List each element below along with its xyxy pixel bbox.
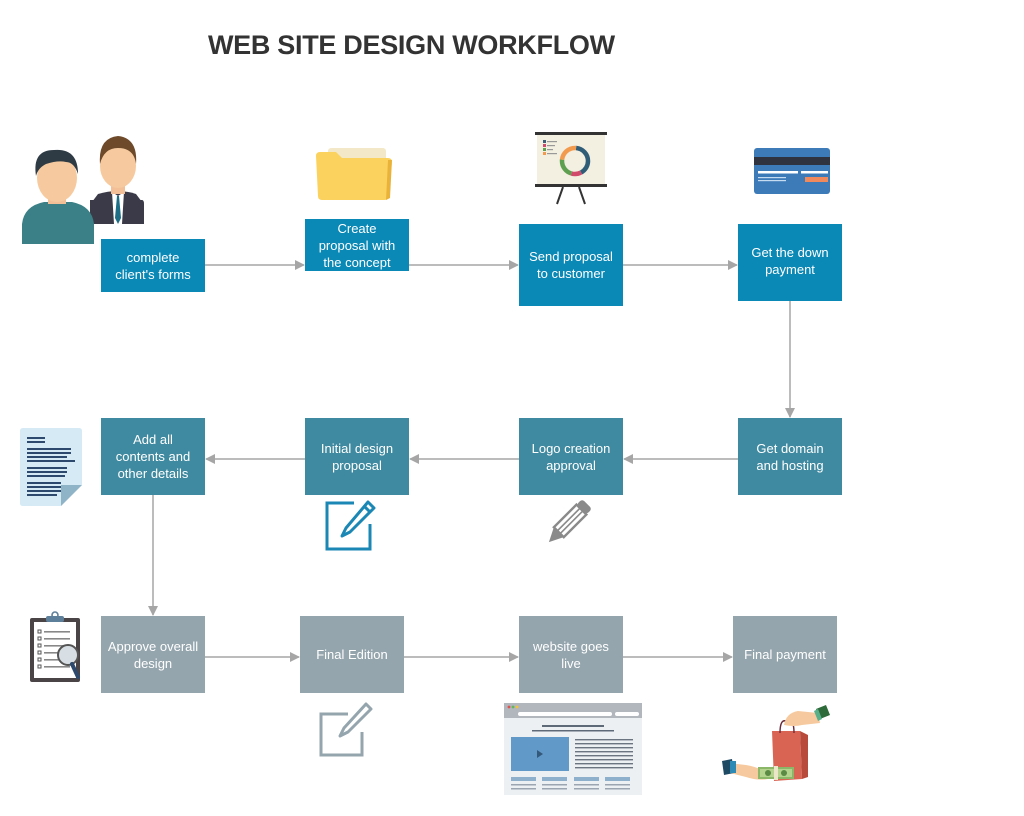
- step-logo-approval[interactable]: Logo creation approval: [519, 418, 623, 495]
- step-label: website goes live: [533, 638, 609, 671]
- step-label: Approve overall design: [107, 638, 199, 671]
- step-add-contents[interactable]: Add all contents and other details: [101, 418, 205, 495]
- payment-exchange-icon: [722, 705, 830, 781]
- document-icon: [20, 428, 82, 506]
- step-label: Add all contents and other details: [115, 432, 191, 481]
- browser-window-icon: [504, 703, 642, 795]
- step-final-edition[interactable]: Final Edition: [300, 616, 404, 693]
- step-label: Initial design proposal: [320, 440, 394, 473]
- connectors: [148, 260, 795, 662]
- step-down-payment[interactable]: Get the down payment: [738, 224, 842, 301]
- step-domain-hosting[interactable]: Get domain and hosting: [738, 418, 842, 495]
- step-label: Send proposal to customer: [529, 249, 613, 281]
- step-label: Logo creation approval: [531, 440, 611, 473]
- step-label: Get domain and hosting: [756, 440, 824, 473]
- credit-card-icon: [754, 148, 830, 194]
- pencil-icon: [548, 500, 591, 543]
- step-label: Create proposal with the concept: [318, 220, 396, 270]
- step-create-proposal[interactable]: Create proposal with the concept: [305, 219, 409, 271]
- step-label: Final Edition: [316, 647, 388, 662]
- clipboard-search-icon: [30, 611, 80, 682]
- step-label: Get the down payment: [751, 245, 829, 277]
- edit-square-icon: [325, 500, 376, 551]
- step-final-payment[interactable]: Final payment: [733, 616, 837, 693]
- step-initial-design[interactable]: Initial design proposal: [305, 418, 409, 495]
- edit-square-icon: [319, 702, 373, 757]
- step-label: Final payment: [744, 647, 826, 662]
- people-icon: [22, 136, 144, 244]
- step-approve-design[interactable]: Approve overall design: [101, 616, 205, 693]
- presentation-board-icon: [535, 132, 607, 205]
- page-title: WEB SITE DESIGN WORKFLOW: [208, 30, 615, 60]
- step-website-live[interactable]: website goes live: [519, 616, 623, 693]
- step-send-proposal[interactable]: Send proposal to customer: [519, 224, 623, 306]
- folder-icon: [316, 148, 392, 200]
- step-label: complete client's forms: [115, 249, 191, 282]
